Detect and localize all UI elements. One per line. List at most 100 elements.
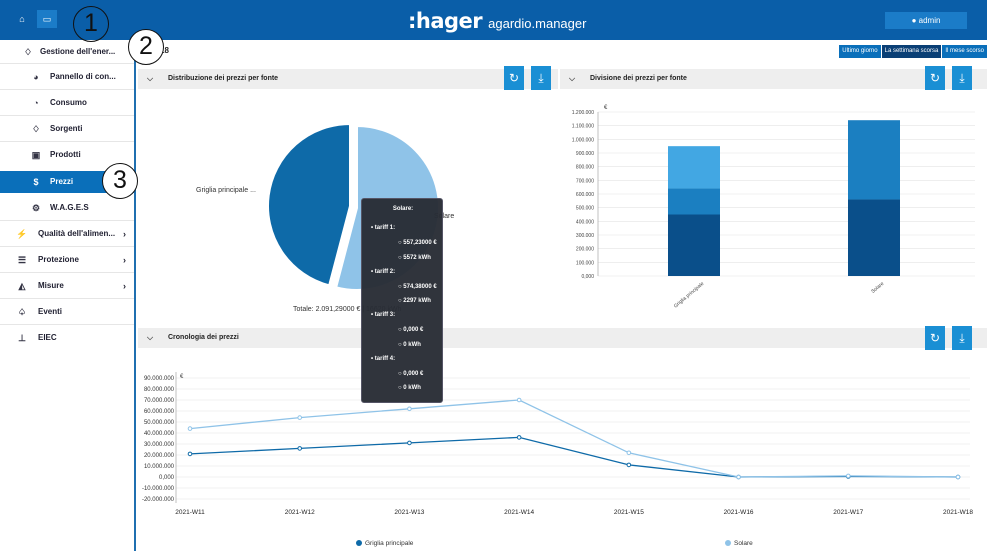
bar-panel-header[interactable]: ⌵ Divisione dei prezzi per fonte — [560, 69, 987, 89]
download-icon[interactable]: ⤓ — [952, 66, 972, 90]
period-selector: Ultimo giorno La settimana scorsa Il mes… — [838, 45, 987, 58]
line-panel-header[interactable]: ⌵ Cronologia dei prezzi — [138, 328, 987, 348]
refresh-icon[interactable]: ↻ — [925, 66, 945, 90]
bar-segment[interactable] — [848, 199, 900, 276]
y-tick-label: 60.000.000 — [144, 409, 175, 415]
x-tick-label: Griglia principale — [673, 281, 706, 310]
tooltip-tariff-label: • tariff 3: — [371, 312, 396, 318]
y-tick-label: 0,000 — [581, 274, 594, 280]
chevron-down-icon[interactable]: ⌵ — [147, 328, 153, 348]
tooltip-price: ○ 0,000 € — [398, 327, 424, 333]
gauge-icon: ◔ — [33, 98, 39, 108]
y-tick-label: 400.000 — [576, 219, 594, 225]
data-point[interactable] — [516, 435, 522, 440]
sidebar-item-label: Prodotti — [50, 150, 81, 159]
legend-label: Solare — [734, 540, 753, 547]
pie-panel-header[interactable]: ⌵ Distribuzione dei prezzi per fonte — [138, 69, 558, 89]
sitemap-icon: ⊥ — [18, 333, 26, 343]
user-menu[interactable]: ● admin — [885, 12, 967, 29]
y-tick-label: 20.000.000 — [144, 453, 175, 459]
sidebar-item-consumption[interactable]: ◔ Consumo — [0, 93, 134, 113]
tooltip-title: Solare: — [392, 206, 414, 212]
y-tick-label: 600.000 — [576, 192, 594, 198]
user-name: admin — [918, 16, 941, 25]
sidebar-item-energy-management[interactable]: ♢ Gestione dell'ener... — [0, 42, 134, 62]
sidebar-item-label: Sorgenti — [50, 124, 83, 133]
sidebar-item-sources[interactable]: ♢ Sorgenti — [0, 119, 134, 139]
box-icon: ▣ — [31, 150, 41, 160]
sidebar-item-label: Consumo — [50, 98, 87, 107]
y-tick-label: 200.000 — [576, 247, 594, 253]
callout-2: 2 — [128, 29, 164, 65]
data-point[interactable] — [626, 462, 632, 468]
hager-logo: :hager — [408, 9, 483, 33]
x-tick-label: 2021-W12 — [285, 509, 315, 516]
refresh-icon[interactable]: ↻ — [504, 66, 524, 90]
chevron-down-icon[interactable]: ⌵ — [569, 69, 575, 89]
download-icon[interactable]: ⤓ — [952, 326, 972, 350]
sidebar-item-wages[interactable]: ⚙ W.A.G.E.S — [0, 198, 134, 218]
panel-title: Cronologia dei prezzi — [168, 334, 239, 341]
x-tick-label: Solare — [870, 281, 885, 295]
panel-title: Divisione dei prezzi per fonte — [590, 75, 687, 82]
y-tick-label: -20.000.000 — [142, 497, 175, 503]
period-last-day[interactable]: Ultimo giorno — [839, 45, 881, 58]
bulb-icon: ♢ — [31, 124, 41, 134]
data-point[interactable] — [845, 473, 851, 479]
data-point[interactable] — [407, 406, 412, 412]
chart-tooltip: Solare: • tariff 1: ○ 557,23000 € ○ 5572… — [361, 198, 443, 403]
y-axis-label: € — [604, 105, 608, 111]
data-point[interactable] — [187, 426, 193, 431]
data-point[interactable] — [516, 397, 522, 403]
home-icon[interactable]: ⌂ — [12, 10, 32, 28]
sidebar-item-events[interactable]: ♤ Eventi — [0, 302, 134, 322]
sidebar-item-power-quality[interactable]: ⚡ Qualità dell'alimen... › — [0, 224, 134, 244]
download-icon[interactable]: ⤓ — [531, 66, 551, 90]
data-point[interactable] — [955, 474, 961, 480]
pie-slice[interactable] — [267, 122, 351, 287]
chevron-right-icon: › — [123, 229, 126, 239]
data-point[interactable] — [187, 451, 193, 457]
period-last-month[interactable]: Il mese scorso — [942, 45, 987, 58]
y-tick-label: 80.000.000 — [144, 387, 175, 393]
y-axis-label: € — [180, 374, 184, 380]
bar-segment[interactable] — [668, 188, 720, 215]
sidebar-item-label: Protezione — [38, 255, 79, 264]
sidebar-item-label: Prezzi — [50, 177, 74, 186]
refresh-icon[interactable]: ↻ — [925, 326, 945, 350]
data-point[interactable] — [297, 415, 303, 420]
data-point[interactable] — [407, 440, 412, 446]
sidebar-item-protection[interactable]: ☰ Protezione › — [0, 250, 134, 270]
tooltip-tariff-label: • tariff 2: — [371, 269, 396, 275]
monitor-icon[interactable]: ▭ — [37, 10, 57, 28]
y-tick-label: 800.000 — [576, 165, 594, 171]
period-last-week[interactable]: La settimana scorsa — [881, 45, 942, 58]
gears-icon: ⚙ — [31, 203, 41, 213]
x-tick-label: 2021-W16 — [724, 509, 754, 516]
data-point[interactable] — [297, 446, 303, 451]
bar-segment[interactable] — [668, 214, 720, 277]
sidebar-item-dashboard[interactable]: ◕ Pannello di con... — [0, 67, 134, 87]
tooltip-price: ○ 0,000 € — [398, 371, 424, 377]
data-point[interactable] — [736, 474, 741, 480]
bar-segment[interactable] — [668, 146, 720, 189]
y-tick-label: 1.200.000 — [572, 110, 594, 116]
tooltip-energy: ○ 2297 kWh — [398, 298, 431, 304]
sidebar-item-label: W.A.G.E.S — [50, 203, 89, 212]
y-tick-label: 700.000 — [576, 178, 594, 184]
x-tick-label: 2021-W17 — [833, 509, 863, 516]
data-point[interactable] — [626, 450, 632, 456]
sidebar-item-measures[interactable]: ◭ Misure › — [0, 276, 134, 296]
tooltip-tariff-label: • tariff 1: — [371, 225, 396, 231]
callout-1: 1 — [73, 6, 109, 42]
y-tick-label: 10.000.000 — [144, 464, 175, 470]
tooltip-price: ○ 557,23000 € — [398, 240, 437, 246]
sidebar-item-label: Misure — [38, 281, 64, 290]
bar-segment[interactable] — [848, 120, 900, 200]
chevron-down-icon[interactable]: ⌵ — [147, 69, 153, 89]
bulb-icon: ♢ — [23, 47, 33, 57]
x-tick-label: 2021-W15 — [614, 509, 644, 516]
sidebar-item-eiec[interactable]: ⊥ EIEC — [0, 328, 134, 348]
area-chart-icon: ◭ — [18, 281, 26, 291]
sidebar-item-products[interactable]: ▣ Prodotti — [0, 145, 134, 165]
